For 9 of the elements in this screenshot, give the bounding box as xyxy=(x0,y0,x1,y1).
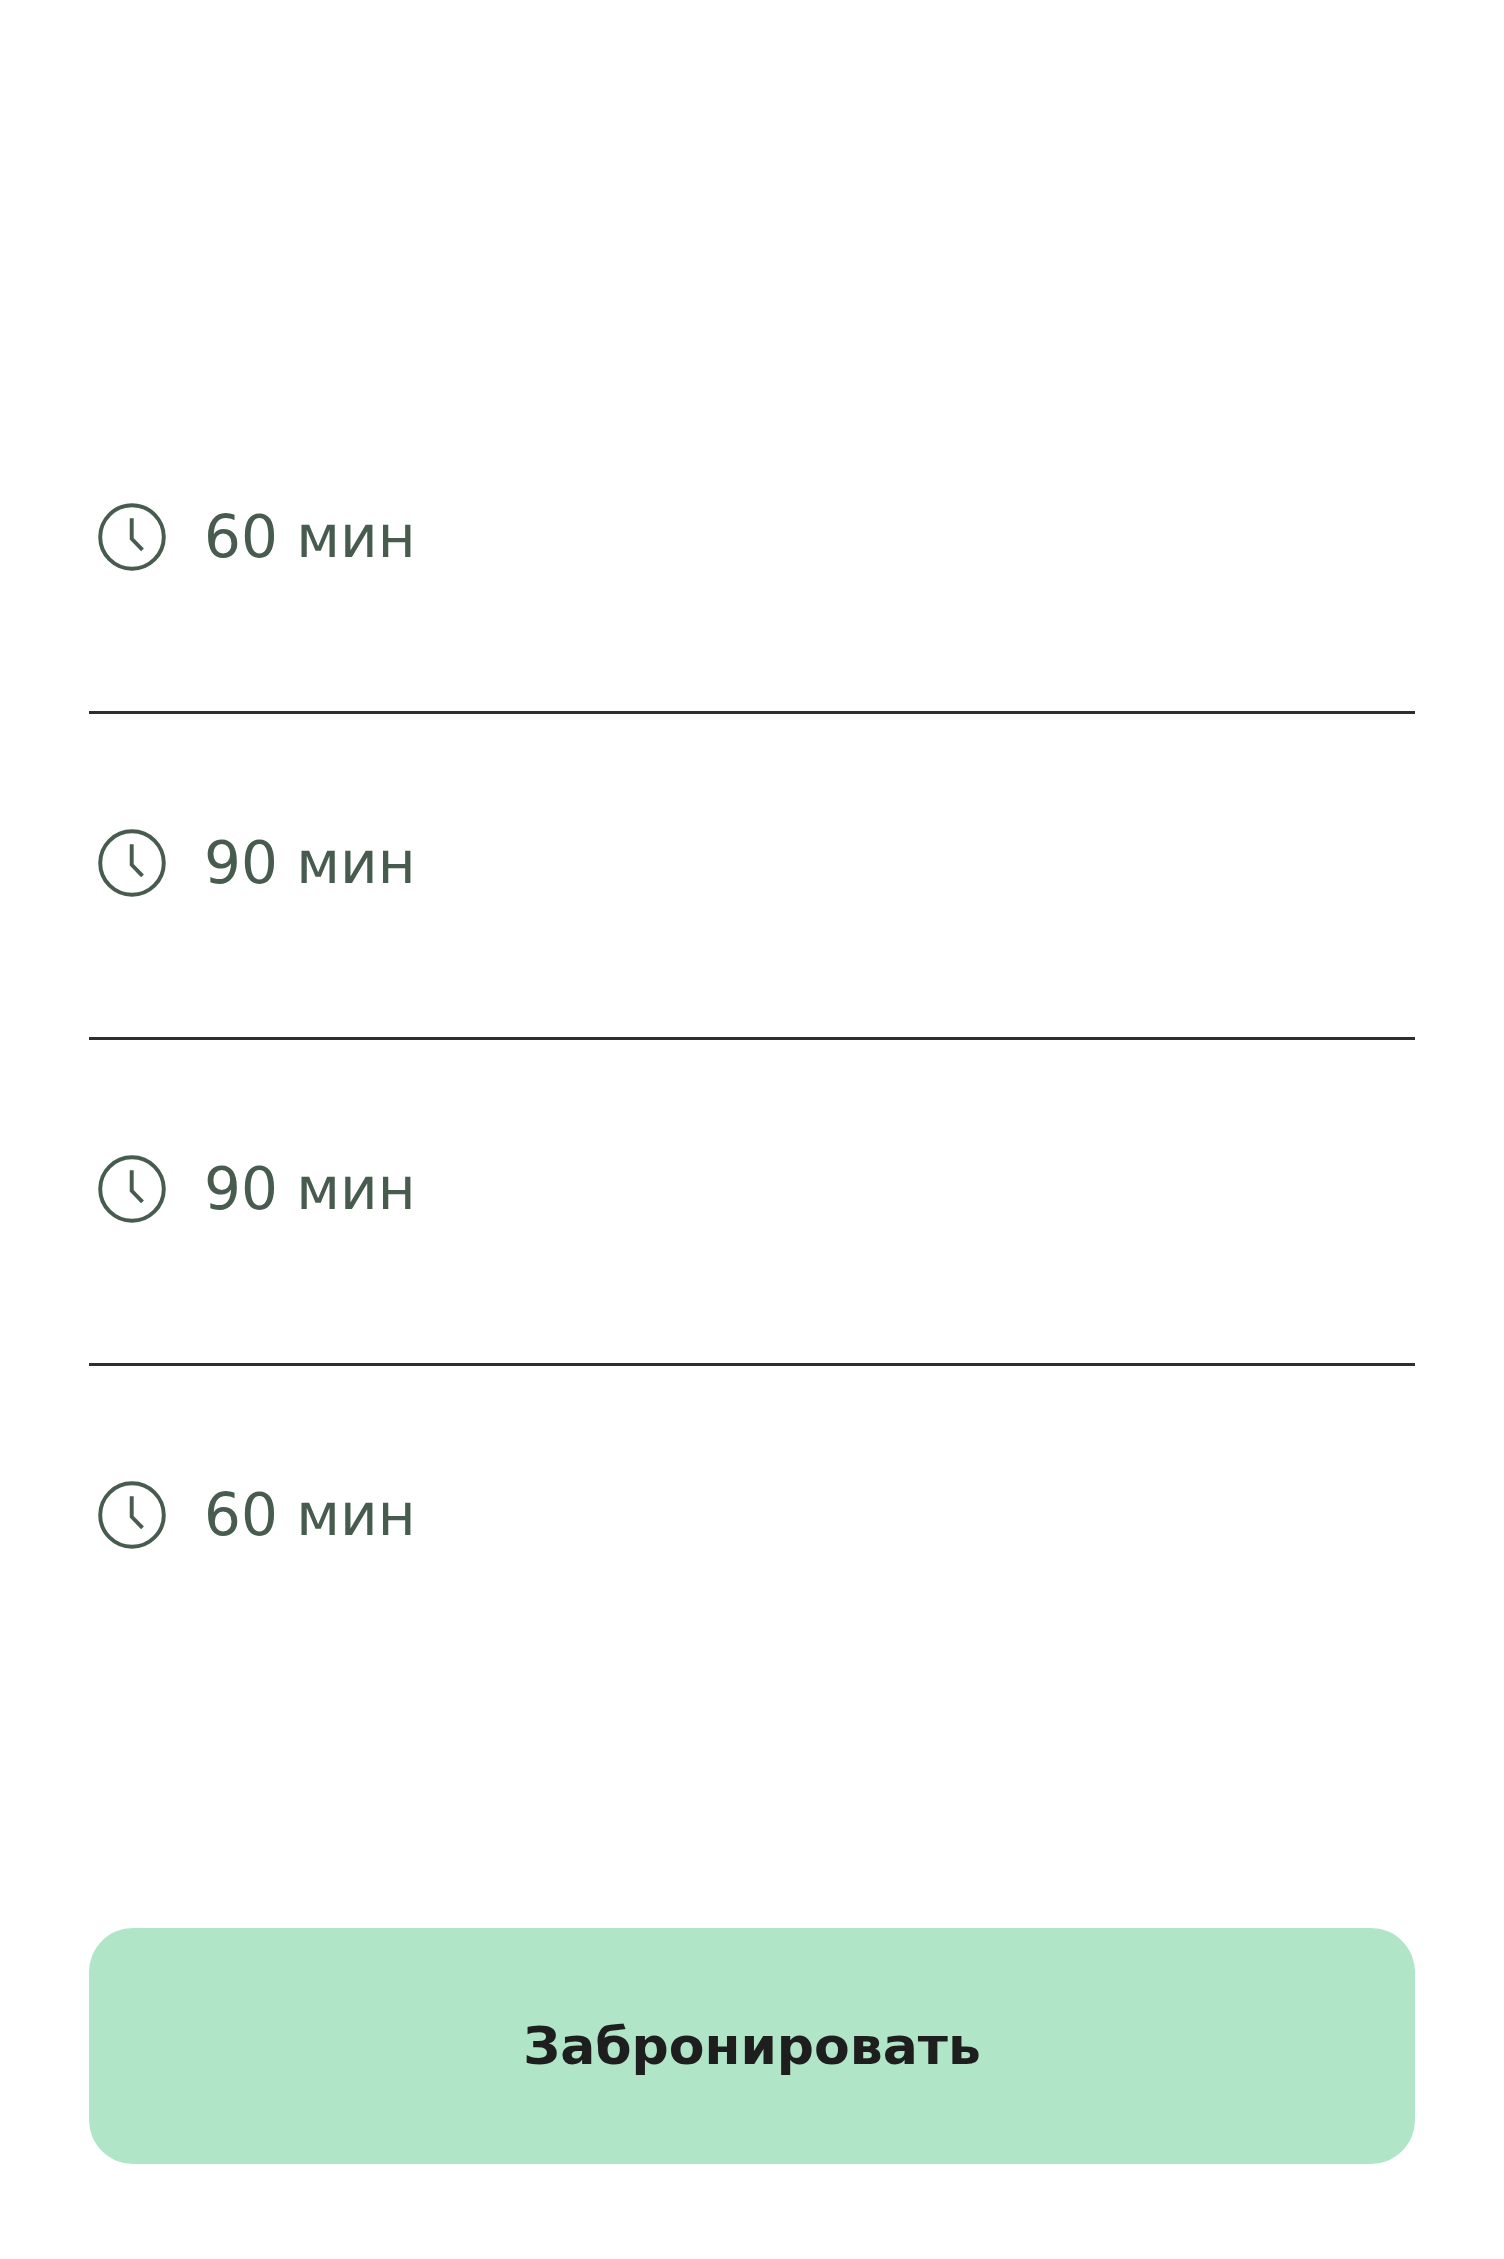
duration-label: 90 мин xyxy=(204,1154,416,1225)
duration-label: 90 мин xyxy=(204,828,416,899)
duration-label: 60 мин xyxy=(204,502,416,573)
book-button[interactable]: Забронировать xyxy=(89,1928,1415,2164)
duration-label: 60 мин xyxy=(204,1480,416,1551)
clock-icon xyxy=(97,1480,167,1550)
clock-icon xyxy=(97,502,167,572)
clock-icon xyxy=(97,1154,167,1224)
clock-icon xyxy=(97,828,167,898)
